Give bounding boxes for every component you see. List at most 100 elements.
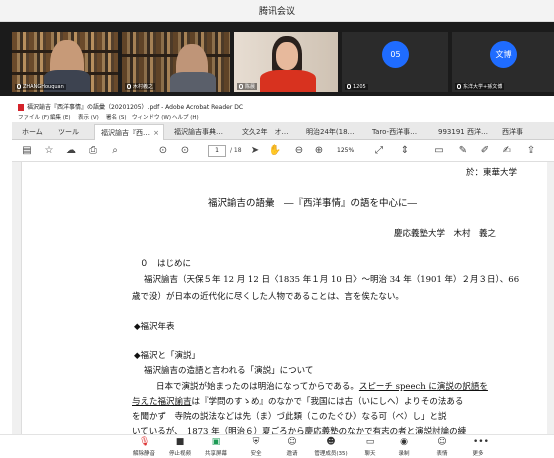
create-pdf-icon[interactable]: ▤ bbox=[20, 144, 34, 158]
page-down-icon[interactable]: ⊙ bbox=[178, 144, 192, 158]
menu-view[interactable]: 表示 (V) bbox=[78, 113, 99, 121]
paragraph-line: 福沢諭吉（天保５年 12 月 12 日〈1835 年１月 10 日〉～明治 34… bbox=[144, 275, 520, 285]
video-icon: ■ bbox=[175, 437, 185, 447]
underlined-text: 与えた福沢諭吉 bbox=[132, 397, 192, 407]
share-screen-button[interactable]: ▣ 共享屏幕 bbox=[196, 437, 236, 457]
more-button[interactable]: ••• 更多 bbox=[458, 437, 498, 457]
tab-document[interactable]: 文久2年 オ… bbox=[236, 124, 296, 140]
avatar: 文博 bbox=[490, 41, 517, 68]
record-icon: ◉ bbox=[400, 437, 408, 447]
emoji-button[interactable]: ☺ 表情 bbox=[422, 437, 462, 457]
paragraph-line: 日本で演説が始まったのは明治になってからである。スピーチ speech に演説の… bbox=[156, 382, 488, 392]
mic-muted-icon: 🎙︎ bbox=[139, 437, 151, 447]
section-heading: ◆福沢と「演説」 bbox=[134, 351, 201, 361]
highlight-pen-icon[interactable]: ✎ bbox=[456, 144, 470, 158]
section-heading: ◆福沢年表 bbox=[134, 322, 175, 332]
participant-tile[interactable]: ZHANGHouquan bbox=[12, 32, 118, 92]
menu-edit[interactable]: 編集 (E) bbox=[50, 113, 71, 121]
participant-name: 东洋大学+孫文博 bbox=[455, 83, 505, 90]
zoom-in-icon[interactable]: ⊕ bbox=[312, 144, 326, 158]
tab-bar: ホーム ツール 福沢諭吉『西… × 福沢諭吉事典… 文久2年 オ… 明治24年(1… bbox=[12, 122, 554, 140]
security-button[interactable]: ⛨ 安全 bbox=[236, 437, 276, 457]
participant-name: 1205 bbox=[345, 84, 368, 90]
window-title: 福沢諭吉『西洋事情』の語彙（20201205）.pdf - Adobe Acro… bbox=[27, 104, 244, 111]
share-screen-icon: ▣ bbox=[211, 437, 221, 447]
emoji-icon: ☺ bbox=[437, 437, 447, 447]
menu-sign[interactable]: 署名 (S) bbox=[106, 113, 127, 121]
unmute-button[interactable]: 🎙︎ 解除静音 bbox=[124, 437, 164, 457]
more-icon: ••• bbox=[473, 437, 489, 447]
participant-tile[interactable]: 木村義之 bbox=[122, 32, 230, 92]
paragraph-line: 歳で没）が日本の近代化に尽くした人物であることは、言を俟たない。 bbox=[132, 292, 404, 302]
tab-document[interactable]: 993191 西洋… bbox=[432, 124, 492, 140]
tab-document-active[interactable]: 福沢諭吉『西… × bbox=[94, 124, 164, 140]
zoom-level-select[interactable]: 125% bbox=[337, 145, 365, 157]
document-title: 福沢諭吉の語彙 ―『西洋事情』の語を中心に― bbox=[208, 198, 418, 209]
upload-cloud-icon[interactable]: ☁ bbox=[64, 144, 78, 158]
acrobat-toolbar: ▤ ☆ ☁ ⎙ ⌕ ⊙ ⊙ 1 / 18 ➤ ✋ ⊖ ⊕ 125% ⤢ ⇕ ▭ … bbox=[12, 140, 554, 162]
chat-icon: ▭ bbox=[365, 437, 375, 447]
comment-icon[interactable]: ▭ bbox=[432, 144, 446, 158]
mic-icon bbox=[347, 84, 351, 89]
scroll-mode-icon[interactable]: ⇕ bbox=[398, 144, 412, 158]
underlined-text: スピーチ speech に演説の訳語を bbox=[358, 382, 488, 392]
menu-window[interactable]: ウィンドウ (W) bbox=[132, 113, 171, 121]
invite-icon: ☺ bbox=[287, 437, 297, 447]
print-icon[interactable]: ⎙ bbox=[86, 144, 100, 158]
acrobat-title-bar: 福沢諭吉『西洋事情』の語彙（20201205）.pdf - Adobe Acro… bbox=[12, 101, 554, 112]
document-author: 慶応義塾大学 木村 義之 bbox=[394, 229, 497, 239]
stop-video-button[interactable]: ■ 停止视频 bbox=[160, 437, 200, 457]
navigation-pane-toggle[interactable] bbox=[12, 162, 22, 434]
mic-icon bbox=[17, 84, 21, 89]
menu-file[interactable]: ファイル (F) bbox=[18, 113, 49, 121]
document-header: 於：東華大学 bbox=[466, 168, 518, 178]
mic-icon bbox=[457, 84, 461, 89]
zoom-search-icon[interactable]: ⌕ bbox=[108, 144, 122, 158]
tab-document[interactable]: 福沢諭吉事典… bbox=[168, 124, 232, 140]
participant-tile[interactable]: 05 1205 bbox=[342, 32, 448, 92]
acrobat-icon bbox=[18, 104, 24, 111]
share-icon[interactable]: ⇪ bbox=[524, 144, 538, 158]
participant-tile[interactable]: 陈晨 bbox=[234, 32, 338, 92]
participant-gallery: ZHANGHouquan 木村義之 陈晨 05 1205 文博 东洋大学+孫文博 bbox=[0, 22, 554, 96]
page-number-input[interactable]: 1 bbox=[208, 145, 226, 157]
tab-home[interactable]: ホーム bbox=[16, 124, 50, 140]
close-icon[interactable]: × bbox=[153, 125, 159, 140]
zoom-out-icon[interactable]: ⊖ bbox=[292, 144, 306, 158]
meeting-control-bar: 🎙︎ 解除静音 ■ 停止视频 ▣ 共享屏幕 ⛨ 安全 ☺ 邀请 ☻ 管理成员(3… bbox=[0, 434, 554, 458]
shield-icon: ⛨ bbox=[252, 437, 260, 447]
vertical-scrollbar[interactable] bbox=[547, 162, 554, 434]
meeting-title-bar: 腾讯会议 bbox=[0, 0, 554, 22]
page-up-icon[interactable]: ⊙ bbox=[156, 144, 170, 158]
members-icon: ☻ bbox=[326, 437, 336, 447]
participant-name: ZHANGHouquan bbox=[15, 84, 66, 90]
fit-page-icon[interactable]: ⤢ bbox=[372, 144, 386, 158]
invite-button[interactable]: ☺ 邀请 bbox=[272, 437, 312, 457]
tab-tools[interactable]: ツール bbox=[52, 124, 90, 140]
paragraph-line: いているが、 1873 年（明治６）夏ごろから慶応義塾のなかで有志の者と演説討論… bbox=[132, 427, 467, 434]
mic-icon bbox=[239, 84, 243, 89]
tab-document[interactable]: 西洋事 bbox=[496, 124, 550, 140]
tab-document[interactable]: 明治24年(18… bbox=[300, 124, 362, 140]
paragraph-line: 与えた福沢諭吉は『学問のすゝめ』のなかで「我国には古（いにしへ）よりその法ある bbox=[132, 397, 464, 407]
select-cursor-icon[interactable]: ➤ bbox=[248, 144, 262, 158]
menu-help[interactable]: ヘルプ (H) bbox=[172, 113, 199, 121]
page-total: / 18 bbox=[230, 147, 242, 154]
tab-document[interactable]: Taro-西洋事… bbox=[366, 124, 428, 140]
meeting-title: 腾讯会议 bbox=[258, 7, 295, 17]
participant-name: 陈晨 bbox=[237, 83, 258, 90]
section-heading: ０ はじめに bbox=[140, 259, 192, 269]
avatar: 05 bbox=[382, 41, 409, 68]
fill-sign-icon[interactable]: ✍ bbox=[500, 144, 514, 158]
paragraph-line: を聞かず 寺院の説法などは先（ま）づ此類（このたぐひ）なる可（べ）し」と説 bbox=[132, 412, 447, 422]
paragraph-line: 福沢諭吉の造語と言われる「演説」について bbox=[144, 366, 314, 376]
draw-icon[interactable]: ✐ bbox=[478, 144, 492, 158]
screen: 腾讯会议 ZHANGHouquan 木村義之 陈晨 05 1205 文博 东洋大… bbox=[0, 0, 554, 458]
manage-members-button[interactable]: ☻ 管理成员(35) bbox=[308, 437, 354, 457]
hand-tool-icon[interactable]: ✋ bbox=[268, 144, 282, 158]
bookmark-star-icon[interactable]: ☆ bbox=[42, 144, 56, 158]
menu-bar: ファイル (F) 編集 (E) 表示 (V) 署名 (S) ウィンドウ (W) … bbox=[12, 112, 554, 122]
record-button[interactable]: ◉ 录制 bbox=[384, 437, 424, 457]
participant-tile[interactable]: 文博 东洋大学+孫文博 bbox=[452, 32, 554, 92]
participant-name: 木村義之 bbox=[125, 83, 156, 90]
